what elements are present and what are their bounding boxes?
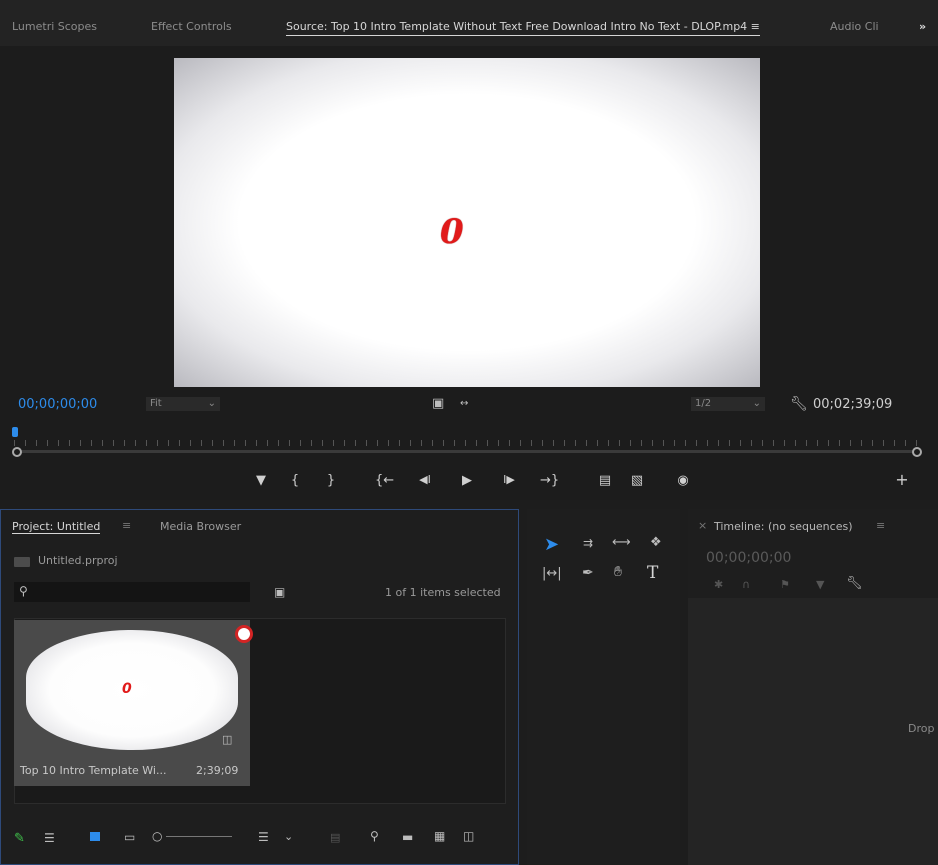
new-bin-icon[interactable]: ▬ (402, 830, 413, 844)
new-search-bin-icon[interactable]: ▣ (274, 585, 285, 599)
clip-thumbnail-image[interactable] (26, 630, 238, 750)
tab-source-monitor[interactable]: Source: Top 10 Intro Template Without Te… (286, 20, 760, 36)
chevron-down-icon: ⌄ (207, 398, 216, 409)
clip-thumbnail-digit: 0 (122, 681, 132, 697)
fit-width-icon[interactable]: ↔ (460, 398, 468, 409)
trash-icon[interactable]: ◫ (463, 829, 474, 843)
tab-project[interactable]: Project: Untitled (12, 520, 101, 534)
play-icon[interactable]: ▶ (458, 473, 476, 488)
ripple-edit-icon[interactable]: ⟷ (612, 535, 631, 550)
clip-usage-indicator-icon (238, 628, 250, 640)
find-icon[interactable]: ⚲ (370, 829, 379, 843)
project-panel-menu-icon[interactable]: ≡ (122, 519, 131, 532)
step-forward-icon[interactable]: I▶ (500, 473, 518, 486)
tab-lumetri-scopes[interactable]: Lumetri Scopes (12, 20, 97, 33)
wrench-icon[interactable]: 🔧︎ (846, 576, 863, 591)
list-view-icon[interactable]: ☰ (44, 831, 55, 845)
project-file-name: Untitled.prproj (38, 554, 118, 567)
mark-in-icon[interactable]: { (286, 473, 304, 488)
go-to-in-icon[interactable]: {← (375, 473, 394, 488)
zoom-level-value: Fit (150, 398, 162, 409)
close-icon[interactable]: × (698, 519, 707, 532)
mark-out-icon[interactable]: } (322, 473, 340, 488)
tab-audio-clip-mixer[interactable]: Audio Cli (830, 20, 879, 33)
automate-to-sequence-icon[interactable]: ▤ (330, 831, 340, 844)
chevron-down-icon: ⌄ (752, 398, 761, 409)
zoom-handle-left[interactable] (12, 447, 22, 457)
type-tool-icon[interactable]: T (647, 563, 658, 583)
snap-icon[interactable]: ✱ (714, 578, 723, 591)
project-file-icon (14, 557, 30, 567)
panel-tab-bar: Lumetri Scopes Effect Controls Source: T… (0, 0, 938, 46)
export-frame-icon[interactable]: ◉ (674, 473, 692, 488)
freeform-view-icon[interactable]: ▭ (124, 830, 135, 844)
hand-tool-icon[interactable]: ✋︎ (614, 564, 622, 580)
chevron-down-icon[interactable]: ⌄ (284, 830, 293, 843)
safe-margins-icon[interactable]: ▣ (432, 396, 444, 411)
slip-tool-icon[interactable]: |↔| (542, 566, 562, 581)
search-icon: ⚲ (19, 584, 28, 598)
playhead-marker[interactable] (12, 427, 18, 437)
new-item-icon[interactable]: ▦ (434, 829, 445, 843)
pencil-icon[interactable]: ✎ (14, 831, 25, 846)
add-button-icon[interactable]: + (893, 470, 911, 489)
insert-icon[interactable]: ▤ (596, 473, 614, 488)
timeline-menu-icon[interactable]: ≡ (876, 519, 885, 532)
tab-media-browser[interactable]: Media Browser (160, 520, 241, 533)
timeline-drop-area[interactable] (688, 598, 938, 865)
playback-resolution-dropdown[interactable]: 1/2 ⌄ (691, 397, 765, 411)
step-back-icon[interactable]: ◀I (416, 473, 434, 486)
add-marker-icon[interactable]: ⚑ (780, 578, 790, 591)
playback-resolution-value: 1/2 (695, 398, 712, 409)
sort-icon[interactable]: ☰ (258, 830, 269, 844)
wrench-icon[interactable]: 🔧︎ (790, 396, 808, 412)
linked-selection-icon[interactable]: ∩ (742, 578, 750, 591)
zoom-slider-handle[interactable]: ○ (152, 829, 162, 843)
selection-status: 1 of 1 items selected (385, 586, 501, 599)
zoom-level-dropdown[interactable]: Fit ⌄ (146, 397, 220, 411)
source-duration-timecode: 00;02;39;09 (813, 397, 893, 412)
zoom-handle-right[interactable] (912, 447, 922, 457)
timeline-timecode[interactable]: 00;00;00;00 (706, 550, 791, 566)
overwrite-icon[interactable]: ▧ (628, 473, 646, 488)
zoom-slider-track[interactable] (166, 836, 232, 837)
marker-icon[interactable]: ▼ (252, 473, 270, 488)
timeline-tab-title[interactable]: Timeline: (no sequences) (714, 520, 853, 533)
marker-icon[interactable]: ▼ (816, 578, 824, 591)
clip-duration: 2;39;09 (196, 764, 239, 777)
tabs-overflow-icon[interactable]: » (919, 20, 926, 33)
pen-tool-icon[interactable]: ✒ (582, 565, 594, 581)
zoom-scroll-bar[interactable] (14, 450, 919, 453)
go-to-out-icon[interactable]: →} (540, 473, 559, 488)
clip-name: Top 10 Intro Template Wi... (20, 764, 167, 777)
track-select-icon[interactable]: ⇉ (583, 536, 593, 550)
selection-tool-icon[interactable]: ➤ (544, 534, 559, 555)
razor-icon[interactable]: ❖ (650, 535, 662, 550)
source-playhead-timecode[interactable]: 00;00;00;00 (18, 397, 97, 412)
clip-type-icon: ◫ (222, 733, 233, 746)
video-frame-digit: 0 (440, 212, 464, 252)
tab-effect-controls[interactable]: Effect Controls (151, 20, 232, 33)
time-ruler[interactable] (14, 436, 919, 448)
timeline-drop-hint: Drop (908, 722, 935, 735)
project-search-input[interactable]: ⚲ (14, 582, 250, 602)
icon-view-icon[interactable] (90, 832, 100, 841)
